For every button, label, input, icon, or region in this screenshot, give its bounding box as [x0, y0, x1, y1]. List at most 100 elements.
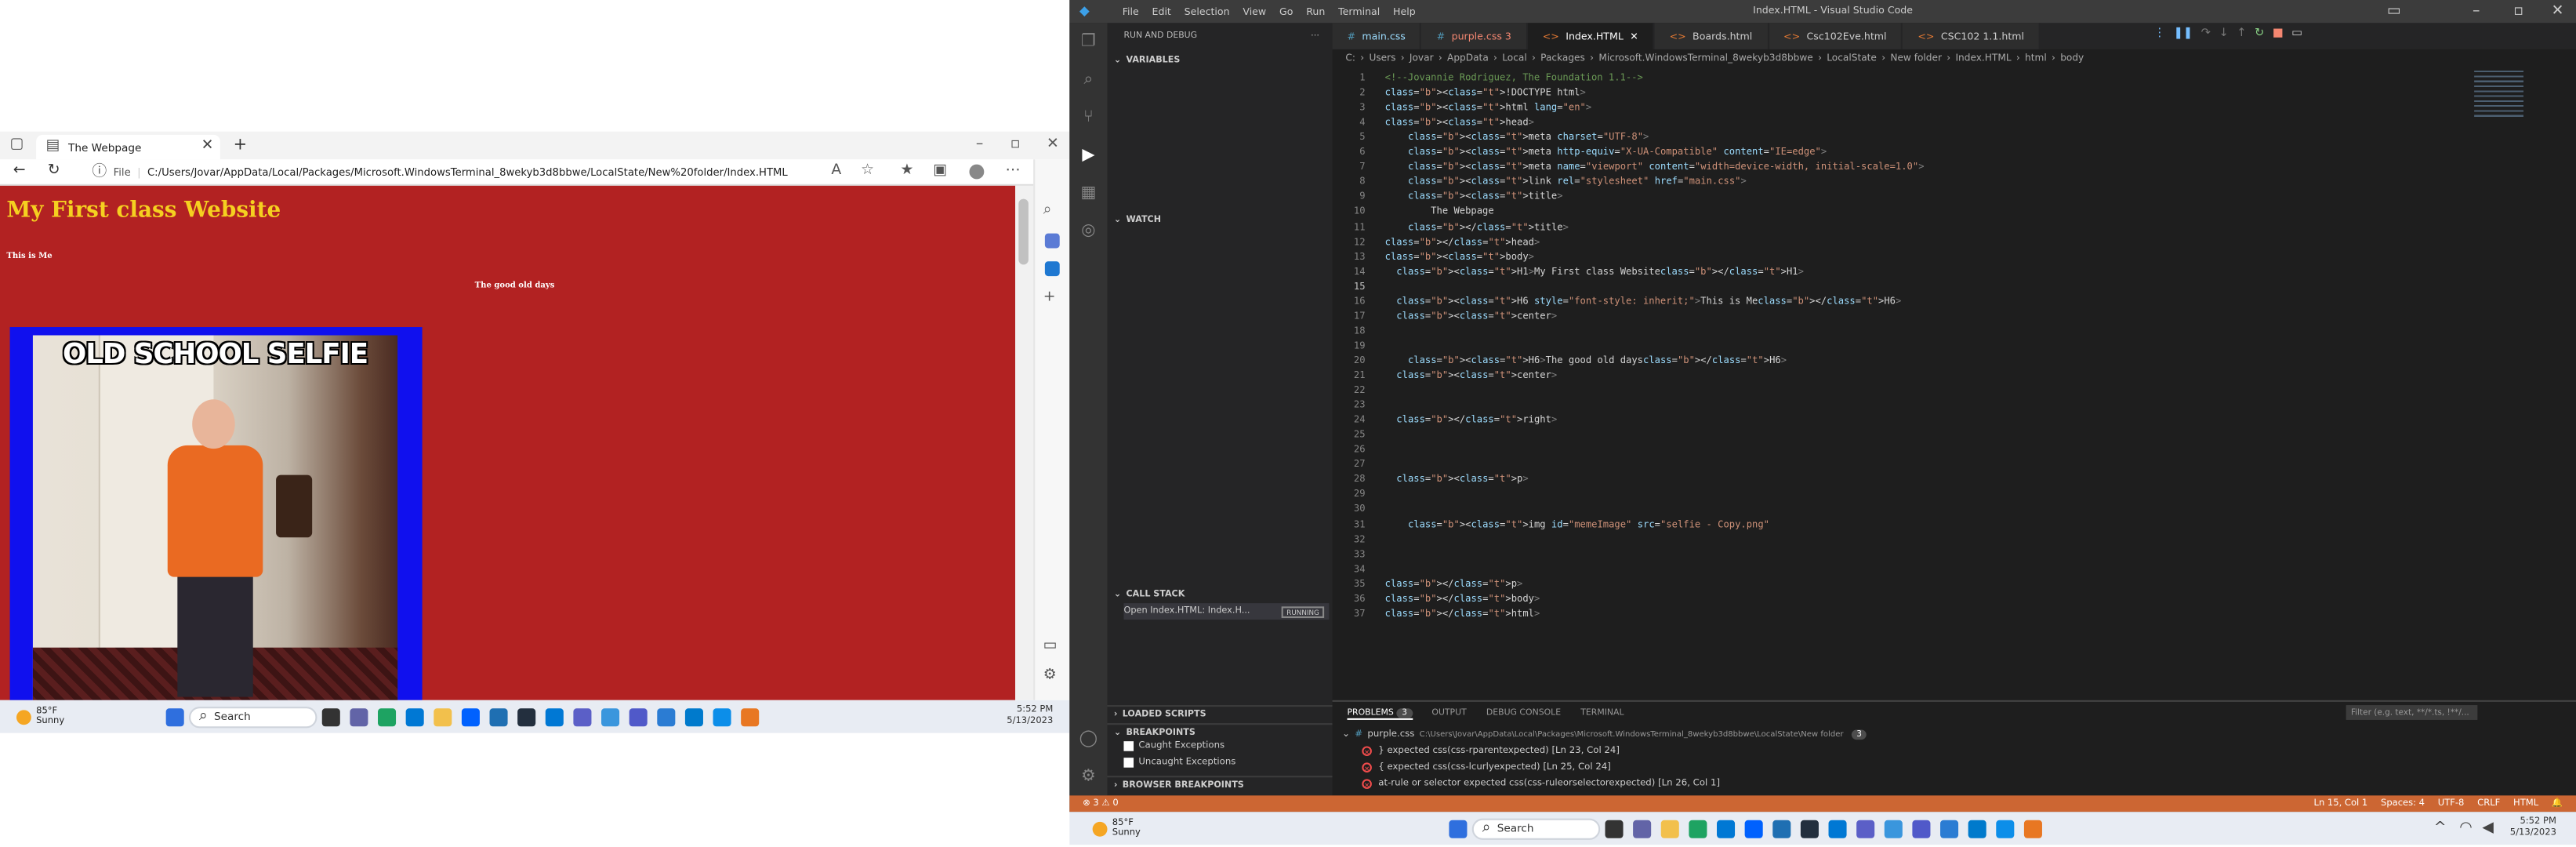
app-icon-2[interactable]: [573, 707, 592, 726]
menu-edit[interactable]: Edit: [1152, 5, 1171, 17]
weather-widget[interactable]: 85°F Sunny: [16, 707, 64, 726]
code-line[interactable]: <!--Jovannie Rodriguez, The Foundation 1…: [1385, 74, 1643, 84]
code-line[interactable]: class="b"></class="t">title>: [1385, 223, 1569, 233]
menu-help[interactable]: Help: [1393, 5, 1416, 17]
code-line[interactable]: class="b"><class="t">title>: [1385, 193, 1563, 203]
sidebar-add-icon[interactable]: +: [1043, 290, 1056, 306]
taskbar-search[interactable]: ⌕ Search: [1472, 817, 1601, 839]
sidebar-more-icon[interactable]: ⋯: [1311, 31, 1319, 42]
vscode-app-icon[interactable]: [1968, 819, 1987, 838]
pause-icon[interactable]: ❚❚: [2174, 27, 2193, 40]
problem-item[interactable]: ✕ { expected css(css-lcurlyexpected) [Ln …: [1333, 759, 2576, 776]
step-out-icon[interactable]: ↑: [2237, 27, 2246, 40]
chat-icon[interactable]: [350, 707, 368, 726]
code-line[interactable]: class="b"><class="t">H6 style="font-styl…: [1385, 297, 1901, 307]
breadcrumb-item[interactable]: Packages: [1540, 53, 1585, 64]
store-icon[interactable]: [406, 707, 425, 726]
panel-tab-problems[interactable]: PROBLEMS 3: [1347, 708, 1413, 720]
breadcrumb-item[interactable]: Index.HTML: [1955, 53, 2011, 64]
amazon-icon[interactable]: [1801, 819, 1820, 838]
code-line[interactable]: The Webpage: [1385, 208, 1493, 218]
browser-tab[interactable]: ▤ The Webpage ✕: [36, 134, 220, 160]
status-language[interactable]: HTML: [2513, 799, 2538, 809]
account-icon[interactable]: ◯: [1069, 720, 1107, 758]
breadcrumb-item[interactable]: C:: [1345, 53, 1355, 64]
menu-selection[interactable]: Selection: [1185, 5, 1230, 17]
edge-browser-icon[interactable]: [1996, 819, 2015, 838]
restart-icon[interactable]: ↻: [2255, 27, 2264, 40]
code-line[interactable]: class="b"><class="t">img id="memeImage" …: [1385, 520, 1769, 530]
code-line[interactable]: class="b"><class="t">body>: [1385, 253, 1534, 263]
dropbox-icon[interactable]: [462, 707, 481, 726]
taskbar-search[interactable]: ⌕ Search: [189, 706, 317, 728]
code-line[interactable]: class="b"><class="t">center>: [1385, 312, 1557, 322]
back-icon[interactable]: ←: [13, 164, 26, 180]
breadcrumb-item[interactable]: html: [2025, 53, 2047, 64]
collections-icon[interactable]: ▣: [933, 164, 947, 180]
tab-actions-icon[interactable]: ▢: [10, 137, 24, 153]
panel-tab-output[interactable]: OUTPUT: [1431, 708, 1466, 720]
close-tab-icon[interactable]: ✕: [1630, 31, 1638, 42]
extensions-icon[interactable]: ▦: [1069, 174, 1107, 212]
loaded-scripts-section[interactable]: › LOADED SCRIPTS: [1107, 705, 1333, 723]
menu-go[interactable]: Go: [1279, 5, 1293, 17]
notifications-bell-icon[interactable]: 🔔: [2552, 799, 2563, 809]
scrollbar-thumb[interactable]: [1018, 198, 1029, 265]
breadcrumb-item[interactable]: Microsoft.WindowsTerminal_8wekyb3d8bbwe: [1598, 53, 1812, 64]
app-icon-1[interactable]: [1772, 819, 1791, 838]
teams-icon[interactable]: [629, 707, 648, 726]
code-line[interactable]: class="b"></class="t">p>: [1385, 580, 1523, 590]
mail-icon[interactable]: [1828, 819, 1848, 838]
amazon-icon[interactable]: [517, 707, 536, 726]
maximize-icon[interactable]: ▫: [1010, 137, 1021, 153]
code-editor[interactable]: 1 <!--Jovannie Rodriguez, The Foundation …: [1333, 67, 2466, 700]
sidebar-outlook-icon[interactable]: [1044, 261, 1060, 277]
sidebar-tools-icon[interactable]: [1044, 233, 1060, 249]
breadcrumb-item[interactable]: New folder: [1890, 53, 1942, 64]
status-position[interactable]: Ln 15, Col 1: [2314, 799, 2368, 809]
code-line[interactable]: class="b"><class="t">p>: [1385, 475, 1528, 485]
code-line[interactable]: class="b"><class="t">head>: [1385, 118, 1534, 129]
manage-gear-icon[interactable]: ⚙: [1069, 758, 1107, 795]
breadcrumb-item[interactable]: AppData: [1447, 53, 1489, 64]
editor-tab[interactable]: # purple.css 3: [1421, 23, 1528, 49]
sidebar-search-icon[interactable]: ⌕: [1043, 203, 1052, 219]
menu-terminal[interactable]: Terminal: [1338, 5, 1380, 17]
vscode-app-icon[interactable]: [685, 707, 704, 726]
code-line[interactable]: class="b"></class="t">html>: [1385, 609, 1540, 620]
edge-browser-icon[interactable]: [713, 707, 732, 726]
close-window-icon[interactable]: ✕: [1047, 137, 1059, 153]
layout-icon[interactable]: ▭: [2387, 4, 2401, 20]
status-eol[interactable]: CRLF: [2477, 799, 2500, 809]
sidebar-layout-icon[interactable]: ▭: [1043, 638, 1058, 654]
step-over-icon[interactable]: ↷: [2201, 27, 2211, 40]
app-icon-4[interactable]: [1940, 819, 1959, 838]
edge-devtools-icon[interactable]: ◎: [1069, 212, 1107, 249]
stop-icon[interactable]: ■: [2273, 27, 2284, 40]
task-view-icon[interactable]: [1605, 819, 1624, 838]
search-icon[interactable]: ⌕: [1069, 61, 1107, 99]
editor-tab[interactable]: <> CSC102 1.1.html: [1903, 23, 2041, 49]
breadcrumb-item[interactable]: LocalState: [1827, 53, 1877, 64]
code-line[interactable]: class="b"><class="t">link rel="styleshee…: [1385, 178, 1747, 188]
editor-tab[interactable]: <> Csc102Eve.html: [1769, 23, 1903, 49]
app-icon-5[interactable]: [741, 707, 760, 726]
app-icon-3[interactable]: [1885, 819, 1903, 838]
file-explorer-icon[interactable]: [434, 707, 452, 726]
favorites-icon[interactable]: ★: [900, 164, 913, 180]
favorite-add-icon[interactable]: ☆: [861, 164, 874, 180]
more-menu-icon[interactable]: ⋯: [1006, 164, 1021, 180]
app-icon-5[interactable]: [2024, 819, 2043, 838]
new-tab-button[interactable]: +: [234, 137, 248, 154]
panel-tab-debug-console[interactable]: DEBUG CONSOLE: [1486, 708, 1561, 720]
status-encoding[interactable]: UTF-8: [2438, 799, 2465, 809]
edge-app-icon[interactable]: [1689, 819, 1707, 838]
code-line[interactable]: class="b"><class="t">!DOCTYPE html>: [1385, 89, 1586, 99]
read-aloud-icon[interactable]: A: [831, 164, 841, 180]
volume-icon[interactable]: ◀: [2482, 820, 2494, 836]
app-icon-3[interactable]: [601, 707, 620, 726]
code-line[interactable]: class="b"><class="t">html lang="en">: [1385, 104, 1592, 114]
variables-section[interactable]: ⌄ VARIABLES: [1108, 51, 1333, 69]
uncaught-exceptions-row[interactable]: Uncaught Exceptions: [1123, 758, 1235, 768]
code-line[interactable]: class="b"></class="t">right>: [1385, 416, 1557, 427]
